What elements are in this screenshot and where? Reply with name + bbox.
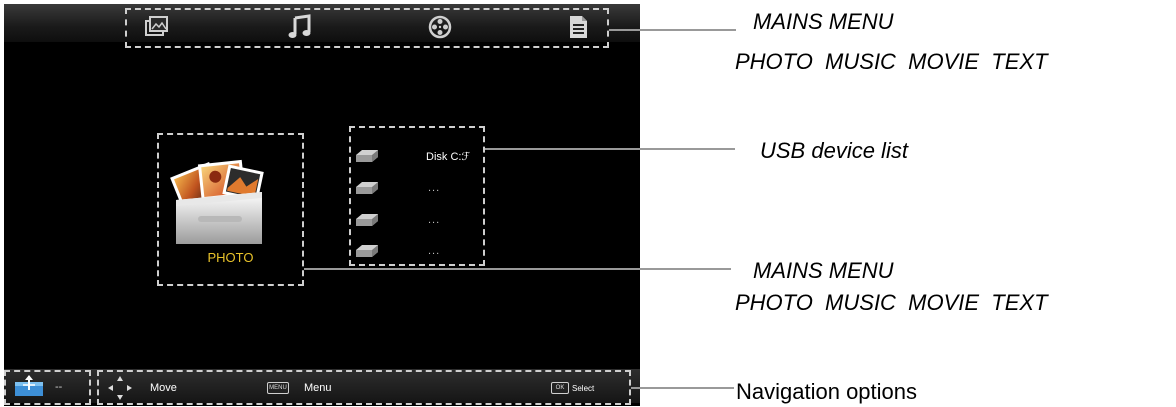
leader-line: [485, 148, 735, 150]
film-reel-icon: [428, 15, 452, 39]
annotation-navigation-options: Navigation options: [736, 379, 918, 404]
selected-media-label: PHOTO: [207, 250, 254, 265]
nav-select-label: Select: [572, 384, 595, 393]
dpad-arrows-icon: [108, 376, 132, 400]
usb-device-label: ...: [428, 182, 441, 194]
ok-key-icon: OK: [551, 382, 569, 394]
tab-movie[interactable]: [427, 14, 453, 45]
usb-status-text: --: [55, 381, 63, 393]
leader-line: [304, 268, 731, 270]
drive-icon: [356, 214, 378, 226]
usb-device-label: Disk C:ℱ: [426, 151, 471, 163]
usb-device-item[interactable]: Disk C:ℱ: [352, 146, 482, 166]
usb-device-label: ...: [428, 245, 441, 257]
annotation-usb-device-list: USB device list: [760, 138, 908, 163]
drive-icon: [356, 245, 378, 257]
usb-device-item[interactable]: ...: [352, 241, 482, 261]
tab-photo[interactable]: [143, 14, 169, 45]
music-note-icon: [288, 14, 311, 38]
annotation-main-menu-items: PHOTO MUSIC MOVIE TEXT: [735, 290, 1048, 315]
nav-move-label: Move: [150, 382, 177, 394]
annotation-main-menu-title: MAINS MENU: [753, 258, 894, 283]
tab-music[interactable]: [287, 14, 313, 45]
tv-screen: [4, 4, 640, 406]
menu-key-icon: MENU: [267, 382, 289, 394]
annotation-main-menu-title: MAINS MENU: [753, 9, 894, 34]
usb-device-item[interactable]: ...: [352, 178, 482, 198]
annotation-main-menu-items: PHOTO MUSIC MOVIE TEXT: [735, 49, 1048, 74]
tab-text[interactable]: [565, 14, 591, 45]
leader-line: [631, 387, 734, 389]
leader-line: [609, 29, 736, 31]
nav-menu-label: Menu: [304, 382, 332, 394]
usb-device-label: ...: [428, 214, 441, 226]
drive-icon: [356, 182, 378, 194]
drive-icon: [356, 150, 378, 162]
main-menu-highlight-box: [125, 8, 609, 48]
photo-folder-icon: [170, 159, 264, 244]
photo-icon: [145, 16, 168, 36]
usb-device-item[interactable]: ...: [352, 210, 482, 230]
usb-source-icon: [15, 375, 43, 396]
selected-media-tile[interactable]: [168, 158, 270, 251]
text-document-icon: [570, 16, 587, 38]
